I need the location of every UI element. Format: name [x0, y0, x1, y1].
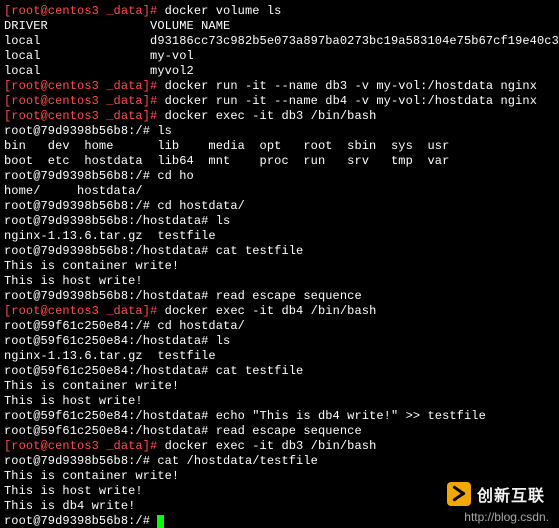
terminal-line: DRIVER VOLUME NAME [4, 19, 555, 34]
shell-text: This is host write! [4, 394, 143, 408]
terminal-line: root@79d9398b56b8:/hostdata# ls [4, 214, 555, 229]
shell-text: nginx-1.13.6.tar.gz testfile [4, 229, 216, 243]
shell-text: nginx-1.13.6.tar.gz testfile [4, 349, 216, 363]
shell-text: docker run -it --name db4 -v my-vol:/hos… [165, 94, 537, 108]
terminal-line: root@59f61c250e84:/hostdata# cat testfil… [4, 364, 555, 379]
shell-text: local d93186cc73c982b5e073a897ba0273bc19… [4, 34, 559, 48]
shell-text: local my-vol [4, 49, 194, 63]
shell-text: root@59f61c250e84:/hostdata# echo "This … [4, 409, 486, 423]
shell-text: root@79d9398b56b8:/# ls [4, 124, 172, 138]
shell-text: local myvol2 [4, 64, 194, 78]
terminal-line: home/ hostdata/ [4, 184, 555, 199]
shell-prompt: [root@centos3 _data]# [4, 4, 165, 18]
terminal-line: This is db4 write! [4, 499, 555, 514]
terminal-line: root@59f61c250e84:/# cd hostdata/ [4, 319, 555, 334]
terminal-line: This is container write! [4, 259, 555, 274]
shell-prompt: [root@centos3 _data]# [4, 79, 165, 93]
shell-text: This is container write! [4, 259, 179, 273]
shell-text: docker run -it --name db3 -v my-vol:/hos… [165, 79, 537, 93]
terminal-line: root@79d9398b56b8:/hostdata# read escape… [4, 289, 555, 304]
shell-text: This is container write! [4, 379, 179, 393]
shell-text: docker exec -it db4 /bin/bash [165, 304, 377, 318]
cursor-icon [157, 515, 164, 528]
terminal-line: root@59f61c250e84:/hostdata# read escape… [4, 424, 555, 439]
terminal-line: local myvol2 [4, 64, 555, 79]
terminal-line: [root@centos3 _data]# docker exec -it db… [4, 304, 555, 319]
shell-text: root@79d9398b56b8:/# [4, 514, 157, 528]
shell-prompt: [root@centos3 _data]# [4, 94, 165, 108]
terminal-line: This is host write! [4, 484, 555, 499]
terminal-line: This is host write! [4, 274, 555, 289]
shell-text: root@79d9398b56b8:/# cat /hostdata/testf… [4, 454, 318, 468]
shell-prompt: [root@centos3 _data]# [4, 304, 165, 318]
terminal-line: [root@centos3 _data]# docker run -it --n… [4, 94, 555, 109]
shell-text: This is host write! [4, 274, 143, 288]
terminal-line: This is host write! [4, 394, 555, 409]
terminal-line: local d93186cc73c982b5e073a897ba0273bc19… [4, 34, 555, 49]
terminal-line: local my-vol [4, 49, 555, 64]
shell-text: boot etc hostdata lib64 mnt proc run srv… [4, 154, 449, 168]
terminal-line: This is container write! [4, 379, 555, 394]
shell-prompt: [root@centos3 _data]# [4, 439, 165, 453]
terminal-line: nginx-1.13.6.tar.gz testfile [4, 229, 555, 244]
shell-text: root@59f61c250e84:/hostdata# ls [4, 334, 230, 348]
terminal-line: root@59f61c250e84:/hostdata# ls [4, 334, 555, 349]
terminal-line: This is container write! [4, 469, 555, 484]
shell-text: root@79d9398b56b8:/hostdata# cat testfil… [4, 244, 303, 258]
shell-text: root@79d9398b56b8:/# cd hostdata/ [4, 199, 245, 213]
terminal-line: root@79d9398b56b8:/# cd ho [4, 169, 555, 184]
shell-text: docker exec -it db3 /bin/bash [165, 109, 377, 123]
terminal-line: [root@centos3 _data]# docker run -it --n… [4, 79, 555, 94]
terminal-line: root@79d9398b56b8:/# ls [4, 124, 555, 139]
shell-text: root@79d9398b56b8:/hostdata# read escape… [4, 289, 362, 303]
shell-text: DRIVER VOLUME NAME [4, 19, 230, 33]
shell-text: docker volume ls [165, 4, 282, 18]
terminal-line: bin dev home lib media opt root sbin sys… [4, 139, 555, 154]
shell-text: This is host write! [4, 484, 143, 498]
shell-text: root@59f61c250e84:/hostdata# read escape… [4, 424, 362, 438]
shell-text: root@59f61c250e84:/# cd hostdata/ [4, 319, 245, 333]
shell-text: bin dev home lib media opt root sbin sys… [4, 139, 449, 153]
terminal-line: root@79d9398b56b8:/# cat /hostdata/testf… [4, 454, 555, 469]
terminal-line: nginx-1.13.6.tar.gz testfile [4, 349, 555, 364]
shell-text: root@59f61c250e84:/hostdata# cat testfil… [4, 364, 303, 378]
shell-text: root@79d9398b56b8:/hostdata# ls [4, 214, 230, 228]
shell-prompt: [root@centos3 _data]# [4, 109, 165, 123]
terminal-output[interactable]: [root@centos3 _data]# docker volume lsDR… [0, 0, 559, 528]
terminal-line: [root@centos3 _data]# docker volume ls [4, 4, 555, 19]
shell-text: docker exec -it db3 /bin/bash [165, 439, 377, 453]
shell-text: This is container write! [4, 469, 179, 483]
terminal-line: [root@centos3 _data]# docker exec -it db… [4, 439, 555, 454]
shell-text: home/ hostdata/ [4, 184, 143, 198]
terminal-line: boot etc hostdata lib64 mnt proc run srv… [4, 154, 555, 169]
shell-text: root@79d9398b56b8:/# cd ho [4, 169, 194, 183]
terminal-line: root@59f61c250e84:/hostdata# echo "This … [4, 409, 555, 424]
terminal-line: [root@centos3 _data]# docker exec -it db… [4, 109, 555, 124]
shell-text: This is db4 write! [4, 499, 135, 513]
terminal-line: root@79d9398b56b8:/hostdata# cat testfil… [4, 244, 555, 259]
terminal-line: root@79d9398b56b8:/# cd hostdata/ [4, 199, 555, 214]
terminal-line: root@79d9398b56b8:/# [4, 514, 555, 528]
